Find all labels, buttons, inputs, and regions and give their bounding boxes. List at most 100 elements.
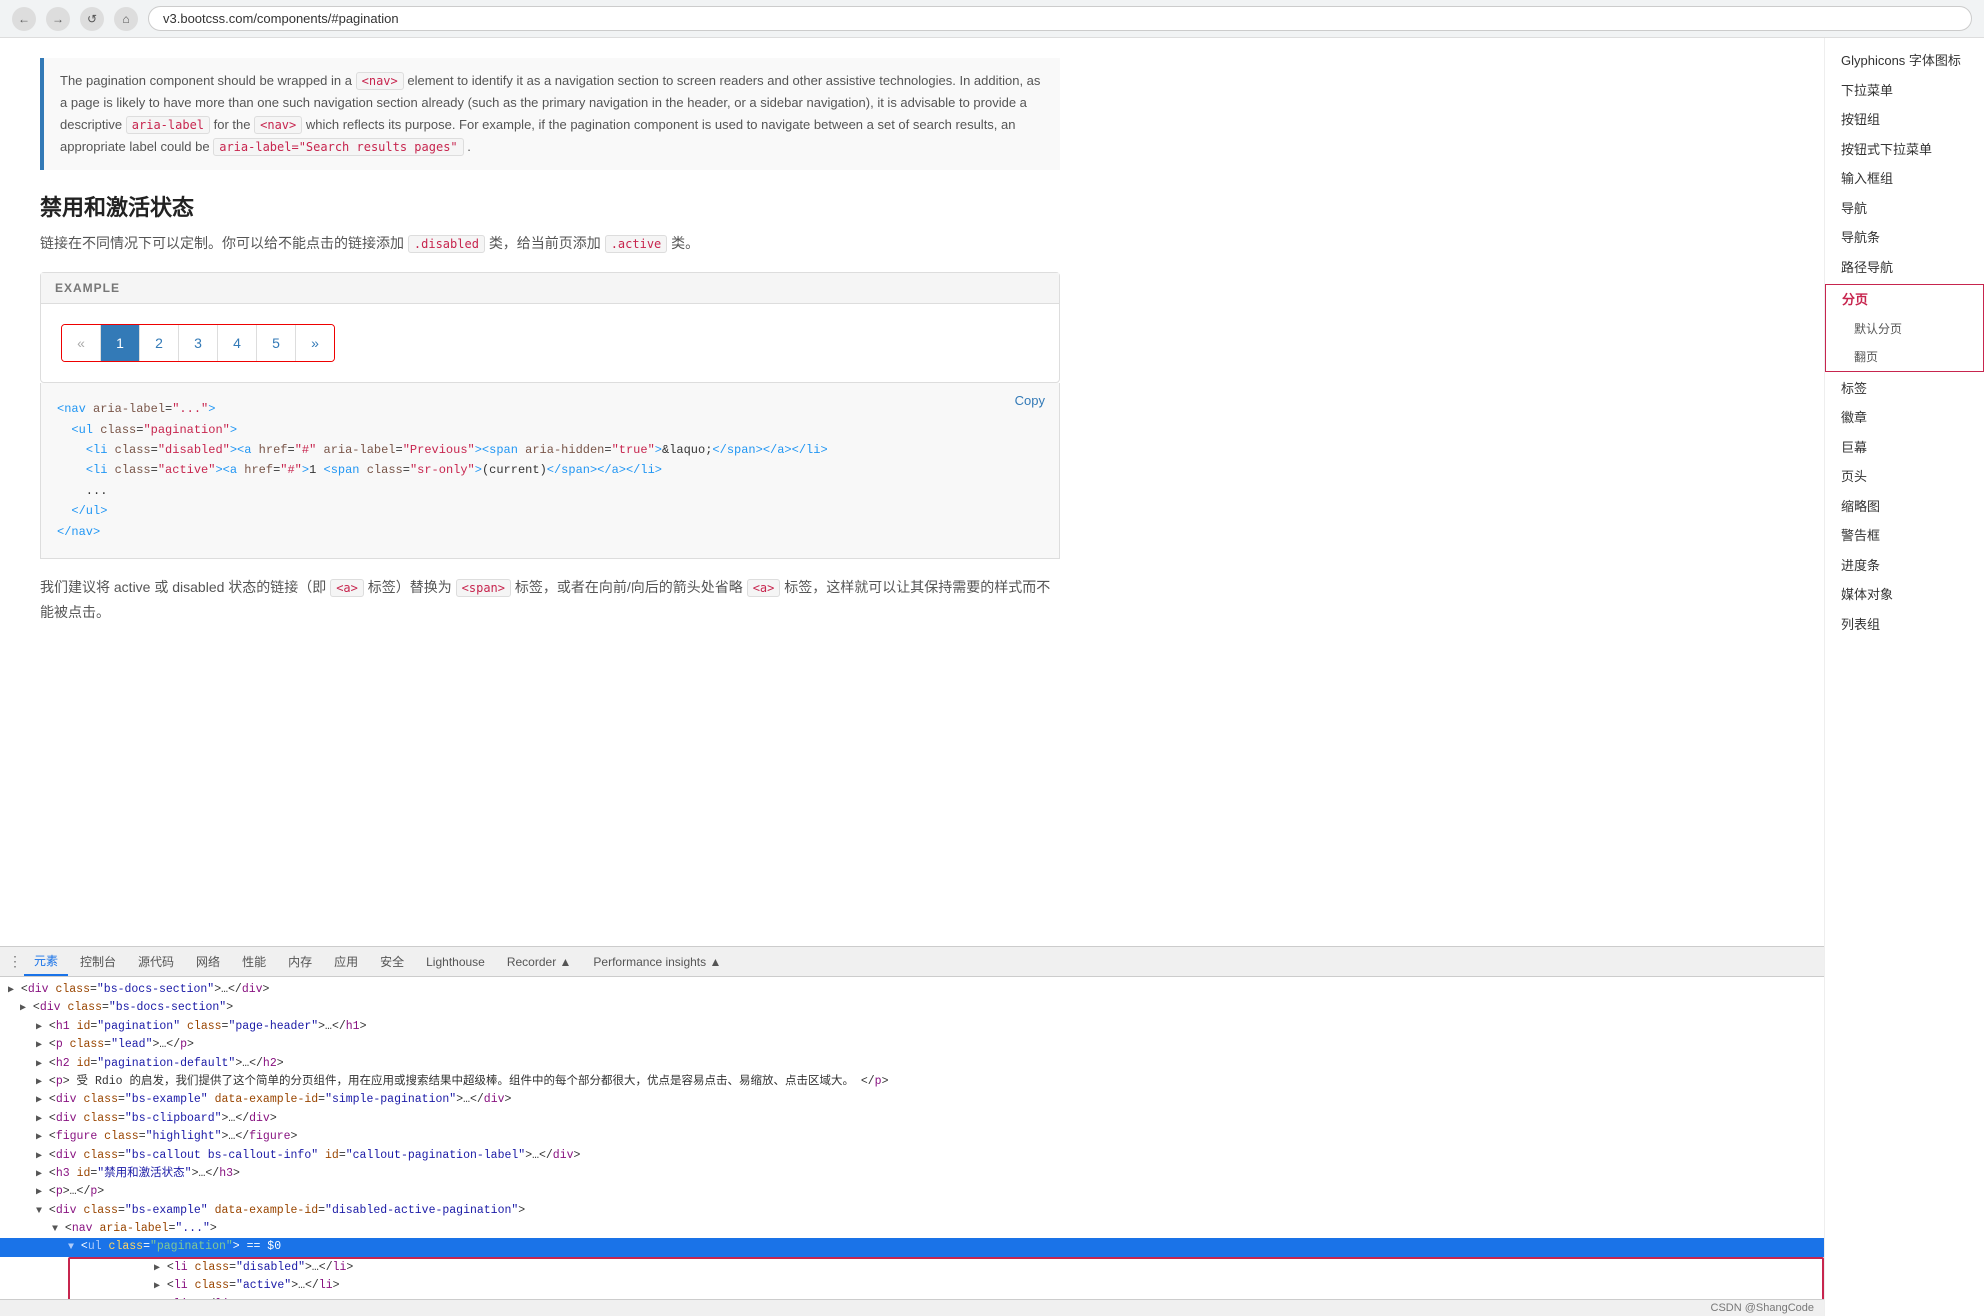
info-mid2: for the <box>214 117 251 132</box>
info-text: The pagination component should be wrapp… <box>60 73 352 88</box>
tree-line[interactable]: ▶ <h2 id="pagination-default">…</h2> <box>0 1055 1824 1073</box>
url-bar[interactable] <box>148 6 1972 31</box>
sidebar-item-pagination[interactable]: 分页 <box>1826 285 1983 315</box>
page-4-link[interactable]: 4 <box>218 325 256 361</box>
prev-link[interactable]: « <box>62 325 100 361</box>
sidebar-item-thumbnails[interactable]: 缩略图 <box>1825 492 1984 522</box>
note-code1: <a> <box>330 579 364 597</box>
tree-line[interactable]: ▶ <figure class="highlight">…</figure> <box>0 1128 1824 1146</box>
content-area: The pagination component should be wrapp… <box>0 38 1824 1316</box>
bottom-bar: CSDN @ShangCode <box>0 1299 1824 1316</box>
tree-line[interactable]: ▶ <div class="bs-example" data-example-i… <box>0 1091 1824 1109</box>
sidebar-item-buttons[interactable]: 按钮组 <box>1825 105 1984 135</box>
copy-button[interactable]: Copy <box>1015 393 1045 408</box>
sidebar-item-glyphicons[interactable]: Glyphicons 字体图标 <box>1825 46 1984 76</box>
tab-recorder[interactable]: Recorder ▲ <box>497 950 582 974</box>
sidebar-item-breadcrumb[interactable]: 路径导航 <box>1825 253 1984 283</box>
note-text: 我们建议将 active 或 disabled 状态的链接（即 <a> 标签）替… <box>40 575 1060 625</box>
sidebar-item-progress[interactable]: 进度条 <box>1825 551 1984 581</box>
page-next[interactable]: » <box>296 325 334 361</box>
sidebar-item-input[interactable]: 输入框组 <box>1825 164 1984 194</box>
sidebar-item-jumbotron[interactable]: 巨幕 <box>1825 433 1984 463</box>
info-code2: aria-label <box>126 116 210 134</box>
tree-line[interactable]: ▶ <div class="bs-callout bs-callout-info… <box>0 1147 1824 1165</box>
note-prefix: 我们建议将 active 或 disabled 状态的链接（即 <box>40 579 326 595</box>
page-4[interactable]: 4 <box>218 325 257 361</box>
code-block-wrapper: Copy <nav aria-label="..."> <ul class="p… <box>40 383 1060 559</box>
reload-button[interactable]: ↺ <box>80 7 104 31</box>
tree-line[interactable]: ▶ <li class="disabled">…</li> <box>70 1259 1822 1277</box>
sidebar-item-default-pagination[interactable]: 默认分页 <box>1826 315 1983 343</box>
section-title: 禁用和激活状态 <box>40 190 1060 222</box>
tree-line[interactable]: ▶ <h3 id="禁用和激活状态">…</h3> <box>0 1165 1824 1183</box>
tree-line[interactable]: ▶ <p> 受 Rdio 的启发，我们提供了这个简单的分页组件，用在应用或搜索结… <box>0 1073 1824 1091</box>
info-code4: aria-label="Search results pages" <box>213 138 463 156</box>
tab-application[interactable]: 应用 <box>324 948 368 975</box>
devtools-tabs: ⋮ 元素 控制台 源代码 网络 性能 内存 应用 安全 Lighthouse R… <box>0 947 1824 977</box>
sidebar-item-page-header[interactable]: 页头 <box>1825 462 1984 492</box>
page-5[interactable]: 5 <box>257 325 296 361</box>
info-code1: <nav> <box>356 72 404 90</box>
page-3-link[interactable]: 3 <box>179 325 217 361</box>
tab-performance[interactable]: 性能 <box>232 948 276 975</box>
home-button[interactable]: ⌂ <box>114 7 138 31</box>
back-button[interactable]: ← <box>12 7 36 31</box>
sidebar-item-labels[interactable]: 标签 <box>1825 374 1984 404</box>
example-label: EXAMPLE <box>41 273 1059 304</box>
sidebar-item-media[interactable]: 媒体对象 <box>1825 580 1984 610</box>
page-prev[interactable]: « <box>62 325 101 361</box>
note-mid2: 标签，或者在向前/向后的箭头处省略 <box>515 579 743 595</box>
browser-bar: ← → ↺ ⌂ <box>0 0 1984 38</box>
tree-line-selected[interactable]: ▼ <ul class="pagination"> == $0 <box>0 1238 1824 1256</box>
highlight-box: ▶ <li class="disabled">…</li> ▶ <li clas… <box>68 1257 1824 1299</box>
sidebar-item-list-group[interactable]: 列表组 <box>1825 610 1984 640</box>
sidebar-item-nav[interactable]: 导航 <box>1825 194 1984 224</box>
tab-network[interactable]: 网络 <box>186 948 230 975</box>
tree-line[interactable]: ▼ <div class="bs-example" data-example-i… <box>0 1202 1824 1220</box>
tab-security[interactable]: 安全 <box>370 948 414 975</box>
info-block: The pagination component should be wrapp… <box>40 58 1060 170</box>
main-layout: The pagination component should be wrapp… <box>0 38 1984 1316</box>
tree-line[interactable]: ▶ <div class="bs-docs-section"> <box>0 999 1824 1017</box>
tree-line[interactable]: ▼ <nav aria-label="..."> <box>0 1220 1824 1238</box>
page-1-link[interactable]: 1 <box>101 325 139 361</box>
info-code3: <nav> <box>254 116 302 134</box>
forward-button[interactable]: → <box>46 7 70 31</box>
next-link[interactable]: » <box>296 325 334 361</box>
tree-line[interactable]: ▶ <div class="bs-docs-section">…</div> <box>0 981 1824 999</box>
tree-line[interactable]: ▶ <h1 id="pagination" class="page-header… <box>0 1018 1824 1036</box>
tab-performance-insights[interactable]: Performance insights ▲ <box>583 950 731 974</box>
devtools-tree[interactable]: ▶ <div class="bs-docs-section">…</div> ▶… <box>0 977 1824 1299</box>
tab-console[interactable]: 控制台 <box>70 948 126 975</box>
sidebar-item-navbar[interactable]: 导航条 <box>1825 223 1984 253</box>
info-end: . <box>467 139 471 154</box>
tree-line[interactable]: ▶ <div class="bs-clipboard">…</div> <box>0 1110 1824 1128</box>
tab-elements[interactable]: 元素 <box>24 947 68 976</box>
tree-line[interactable]: ▶ <li class="active">…</li> <box>70 1277 1822 1295</box>
page-2-link[interactable]: 2 <box>140 325 178 361</box>
sidebar-group-pagination: 分页 默认分页 翻页 <box>1825 284 1984 372</box>
devtools-panel: ⋮ 元素 控制台 源代码 网络 性能 内存 应用 安全 Lighthouse R… <box>0 946 1824 1316</box>
tree-line[interactable]: ▶ <p class="lead">…</p> <box>0 1036 1824 1054</box>
page-2[interactable]: 2 <box>140 325 179 361</box>
tree-line[interactable]: ▶ <p>…</p> <box>0 1183 1824 1201</box>
page-3[interactable]: 3 <box>179 325 218 361</box>
sidebar-item-pager[interactable]: 翻页 <box>1826 343 1983 371</box>
right-sidebar: Glyphicons 字体图标 下拉菜单 按钮组 按钮式下拉菜单 输入框组 导航… <box>1824 38 1984 1316</box>
sidebar-item-badges[interactable]: 徽章 <box>1825 403 1984 433</box>
sidebar-item-alerts[interactable]: 警告框 <box>1825 521 1984 551</box>
desc-suffix: 类。 <box>671 235 699 251</box>
page-content: The pagination component should be wrapp… <box>0 38 1100 946</box>
tab-lighthouse[interactable]: Lighthouse <box>416 950 495 974</box>
sidebar-item-dropdown[interactable]: 下拉菜单 <box>1825 76 1984 106</box>
tab-memory[interactable]: 内存 <box>278 948 322 975</box>
devtools-dots[interactable]: ⋮ <box>8 953 22 970</box>
desc-prefix: 链接在不同情况下可以定制。你可以给不能点击的链接添加 <box>40 235 404 251</box>
note-code2: <span> <box>456 579 511 597</box>
page-1[interactable]: 1 <box>101 325 140 361</box>
sidebar-item-button-dropdown[interactable]: 按钮式下拉菜单 <box>1825 135 1984 165</box>
page-5-link[interactable]: 5 <box>257 325 295 361</box>
devtools-content: ▶ <div class="bs-docs-section">…</div> ▶… <box>0 977 1824 1299</box>
tab-sources[interactable]: 源代码 <box>128 948 184 975</box>
note-code3: <a> <box>747 579 781 597</box>
